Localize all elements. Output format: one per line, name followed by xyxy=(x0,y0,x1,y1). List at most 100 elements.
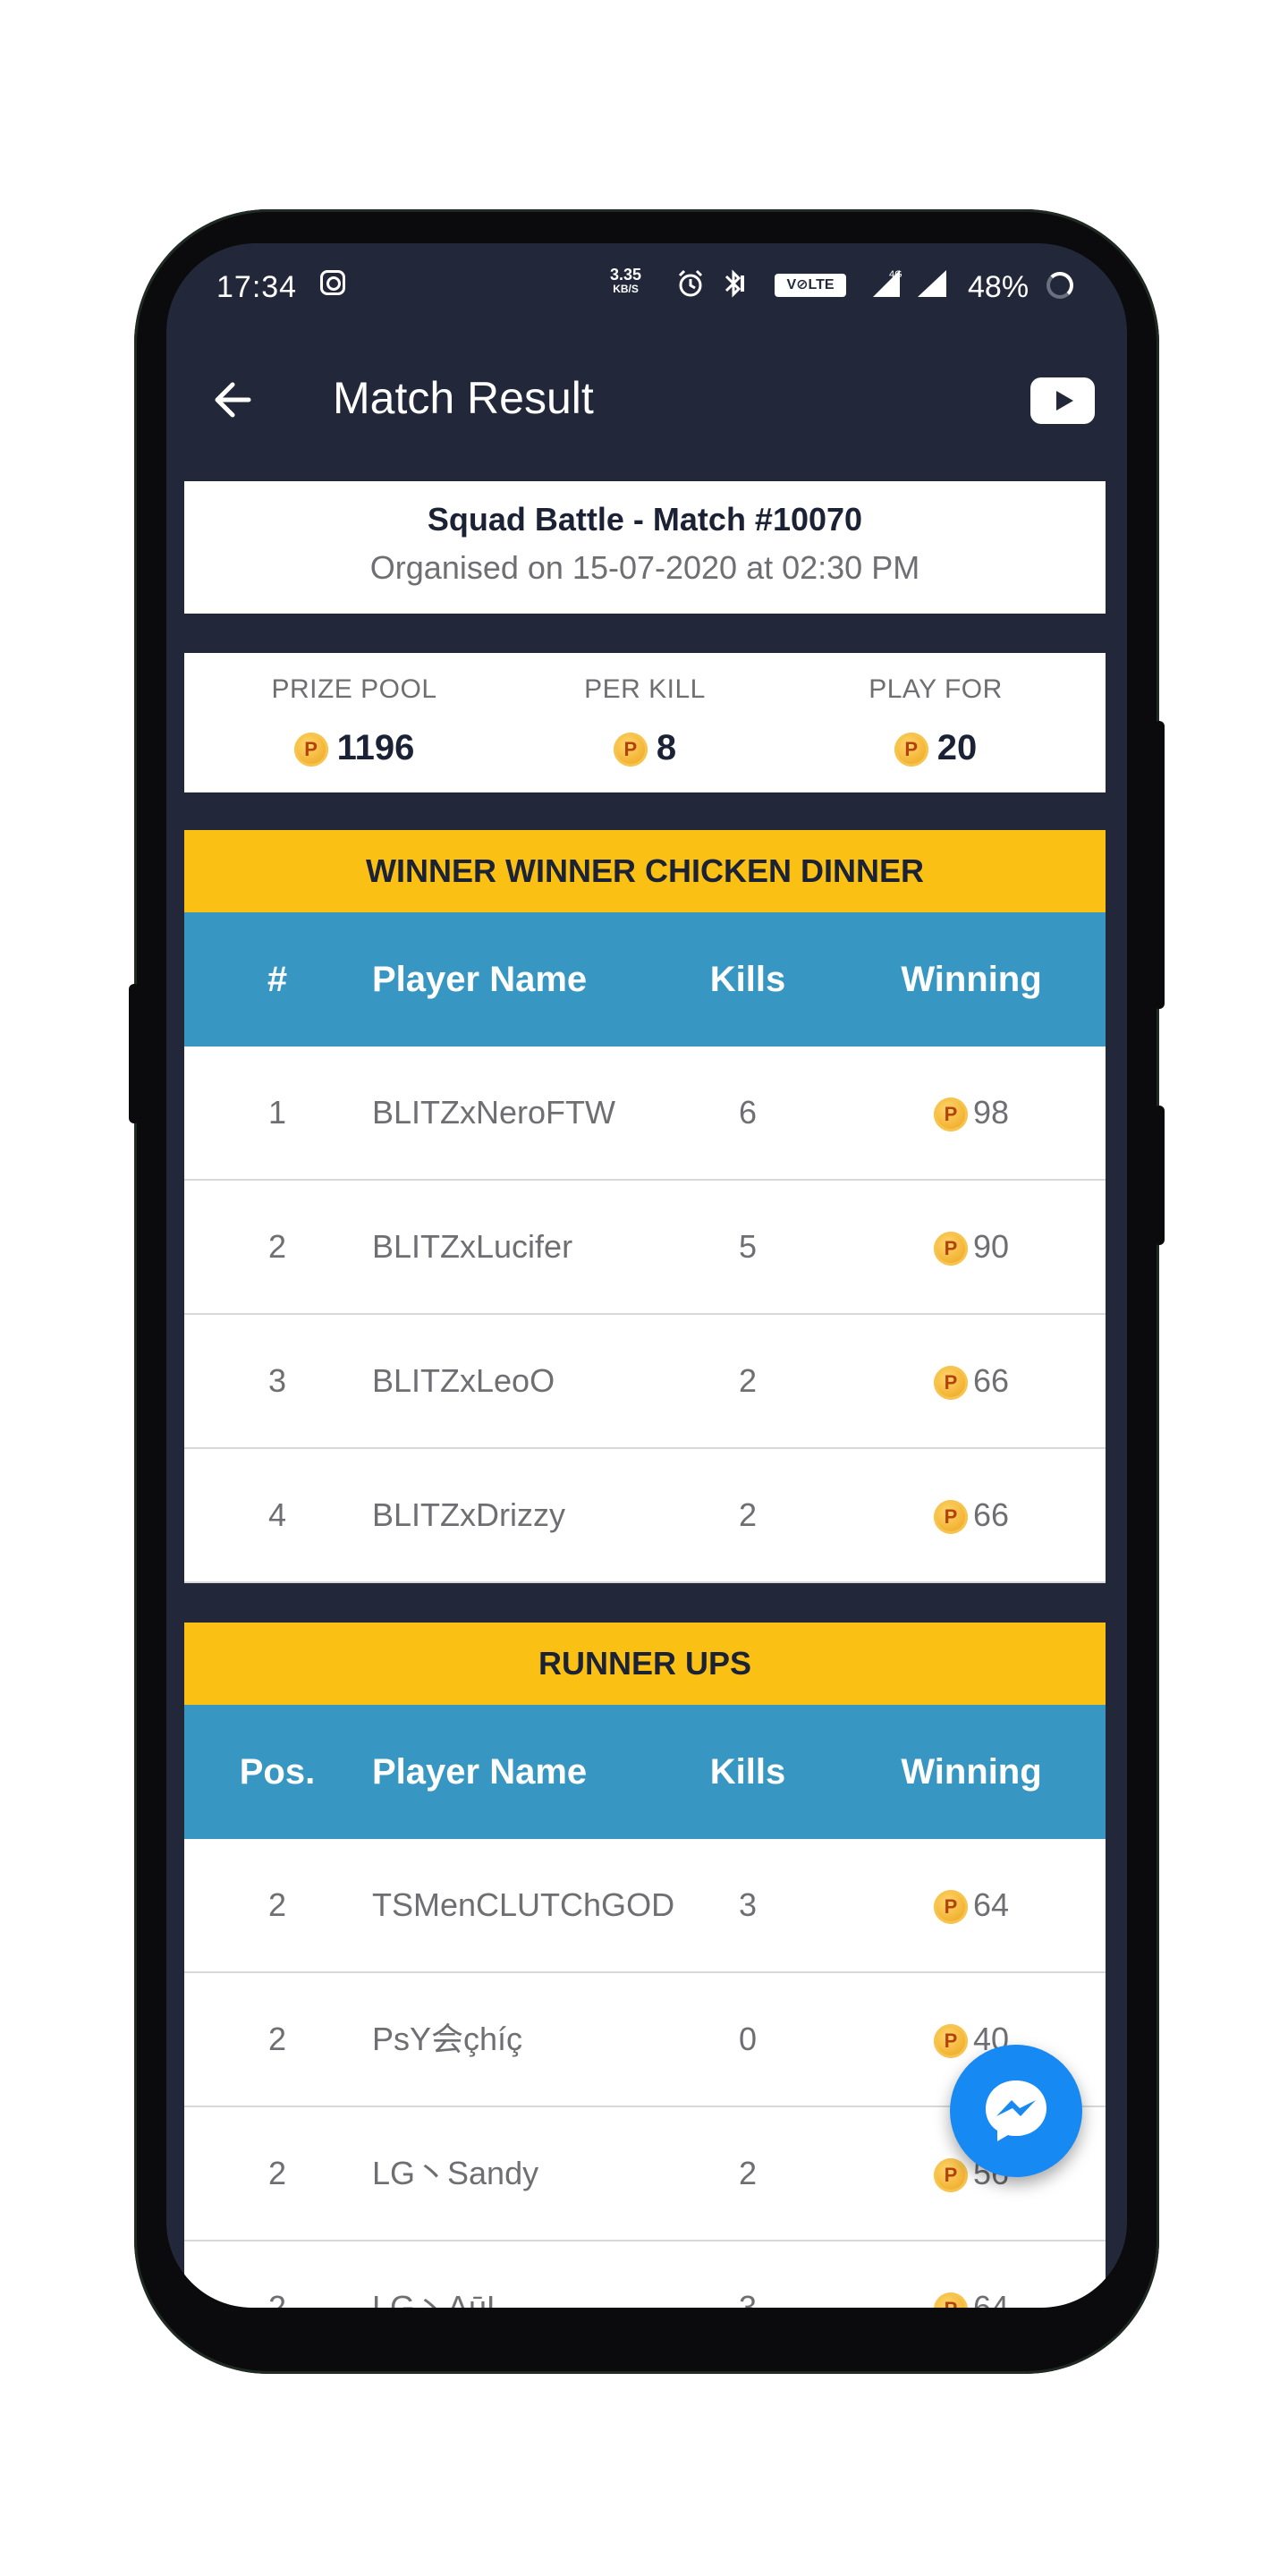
runner-ups-section-title: RUNNER UPS xyxy=(184,1623,1106,1705)
match-info-card: Squad Battle - Match #10070 Organised on… xyxy=(184,481,1106,614)
per-kill-value: 8 xyxy=(656,728,677,767)
coin-icon: P xyxy=(933,2024,968,2059)
bluetooth-icon xyxy=(724,269,744,298)
coin-icon: P xyxy=(933,2158,968,2193)
mobile-data-icon: 4G xyxy=(873,269,902,297)
row-winning: P64 xyxy=(864,1839,1079,1971)
row-position: 2 xyxy=(267,2289,287,2308)
network-speed: 3.35 KB/S xyxy=(610,267,641,295)
prize-pool-value: 1196 xyxy=(336,728,415,767)
alarm-icon xyxy=(678,269,703,297)
row-position: 2 xyxy=(267,1886,287,1923)
row-position: 2 xyxy=(267,2021,287,2057)
column-header-kills: Kills xyxy=(709,960,786,999)
back-arrow-glyph xyxy=(215,382,251,418)
youtube-icon[interactable] xyxy=(1030,377,1095,424)
winners-table-header: # Player Name Kills Winning xyxy=(184,912,1106,1046)
column-header-winning: Winning xyxy=(901,960,1042,999)
row-position: 3 xyxy=(267,1362,287,1399)
row-kills: 6 xyxy=(738,1094,758,1131)
row-position: 2 xyxy=(267,1228,287,1265)
row-player-name: TSMenCLUTChGOD xyxy=(372,1886,675,1923)
network-type: 4G xyxy=(889,269,902,280)
row-winning: P 66 xyxy=(864,1449,1079,1581)
winners-section-title: WINNER WINNER CHICKEN DINNER xyxy=(184,830,1106,912)
per-kill-label: PER KILL xyxy=(584,674,706,704)
phone-side-button xyxy=(1154,1106,1165,1245)
coin-icon: P xyxy=(933,1500,968,1535)
status-time: 17:34 xyxy=(216,270,298,304)
row-winning-value: 66 xyxy=(972,1362,1010,1399)
row-player-name: BLITZxLucifer xyxy=(372,1228,573,1265)
volte-icon: V⊘LTE xyxy=(775,274,846,297)
coin-icon: P xyxy=(933,2292,968,2308)
messenger-button[interactable] xyxy=(950,2045,1082,2177)
prize-pool-stat: PRIZE POOL P 1196 xyxy=(220,653,488,792)
row-player-name: BLITZxDrizzy xyxy=(372,1496,565,1533)
signal-icon xyxy=(918,270,946,297)
row-player-name: BLITZxNeroFTW xyxy=(372,1094,616,1131)
winners-section: WINNER WINNER CHICKEN DINNER # Player Na… xyxy=(184,830,1106,1583)
row-kills: 5 xyxy=(738,1228,758,1265)
per-kill-value-row: P8 xyxy=(511,728,779,768)
row-winning: P 66 xyxy=(864,1315,1079,1447)
row-winning-value: 90 xyxy=(972,1228,1010,1265)
row-position: 1 xyxy=(267,1094,287,1131)
row-kills: 0 xyxy=(738,2021,758,2057)
row-position: 4 xyxy=(267,1496,287,1533)
row-player-name: BLITZxLeoO xyxy=(372,1362,555,1399)
row-player-name: PsY会çhíç xyxy=(372,2021,523,2057)
play-for-stat: PLAY FOR P 20 xyxy=(801,653,1070,792)
phone-side-button xyxy=(1154,721,1165,1009)
column-header-rank: # xyxy=(267,960,288,999)
table-row: 4 BLITZxDrizzy 2 P 66 xyxy=(184,1449,1106,1583)
row-kills: 2 xyxy=(738,1362,758,1399)
battery-percent: 48% xyxy=(968,270,1030,304)
row-kills: 3 xyxy=(738,2289,758,2308)
row-winning-value: 64 xyxy=(972,1886,1010,1923)
match-title: Squad Battle - Match #10070 xyxy=(427,501,863,538)
match-organised-date: Organised on 15-07-2020 at 02:30 PM xyxy=(369,549,920,586)
table-row: 2 BLITZxLucifer 5 P 90 xyxy=(184,1181,1106,1315)
row-position: 2 xyxy=(267,2155,287,2191)
page-title: Match Result xyxy=(333,373,594,423)
per-kill-stat: PER KILL P8 xyxy=(511,653,779,792)
row-winning-value: 98 xyxy=(972,1094,1010,1131)
table-row: 2 TSMenCLUTChGOD 3 P 64 xyxy=(184,1839,1106,1973)
row-winning: P64 xyxy=(864,2241,1079,2308)
runner-ups-table-header: Pos. Player Name Kills Winning xyxy=(184,1705,1106,1839)
network-speed-value: 3.35 xyxy=(610,266,642,284)
row-kills: 2 xyxy=(738,1496,758,1533)
column-header-player-name: Player Name xyxy=(372,1752,588,1792)
back-arrow-icon[interactable] xyxy=(202,369,265,431)
table-row: 2 LG丶AūL 3 P64 xyxy=(184,2241,1106,2308)
play-for-value: 20 xyxy=(936,728,978,767)
column-header-player-name: Player Name xyxy=(372,960,588,999)
row-kills: 2 xyxy=(738,2155,758,2191)
play-for-label: PLAY FOR xyxy=(869,674,1003,704)
coin-icon: P xyxy=(933,1890,968,1925)
row-winning: P 98 xyxy=(864,1046,1079,1179)
row-winning: P 90 xyxy=(864,1181,1079,1313)
row-player-name: LG丶Sandy xyxy=(372,2155,539,2191)
prize-pool-label: PRIZE POOL xyxy=(271,674,437,704)
coin-icon: P xyxy=(933,1232,968,1267)
coin-icon: P xyxy=(933,1366,968,1401)
column-header-winning: Winning xyxy=(901,1752,1042,1792)
runner-ups-section: RUNNER UPS Pos. Player Name Kills Winnin… xyxy=(184,1623,1106,2308)
row-winning-value: 64 xyxy=(972,2289,1010,2308)
coin-icon: P xyxy=(894,733,928,767)
coin-icon: P xyxy=(293,733,328,767)
row-kills: 3 xyxy=(738,1886,758,1923)
play-for-value-row: P 20 xyxy=(801,728,1070,768)
phone-side-button xyxy=(129,984,140,1123)
table-row: 1 BLITZxNeroFTW 6 P 98 xyxy=(184,1046,1106,1181)
instagram-icon xyxy=(320,270,345,295)
status-bar: 17:34 3.35 KB/S V⊘LTE 4G 48% xyxy=(166,243,1127,333)
coin-icon: P xyxy=(613,733,648,767)
battery-icon xyxy=(1046,272,1073,299)
row-winning-value: 66 xyxy=(972,1496,1010,1533)
app-bar: Match Result xyxy=(166,333,1127,467)
row-player-name: LG丶AūL xyxy=(372,2289,505,2308)
match-stats-card: PRIZE POOL P 1196 PER KILL P8 PLAY FOR P2… xyxy=(184,653,1106,792)
